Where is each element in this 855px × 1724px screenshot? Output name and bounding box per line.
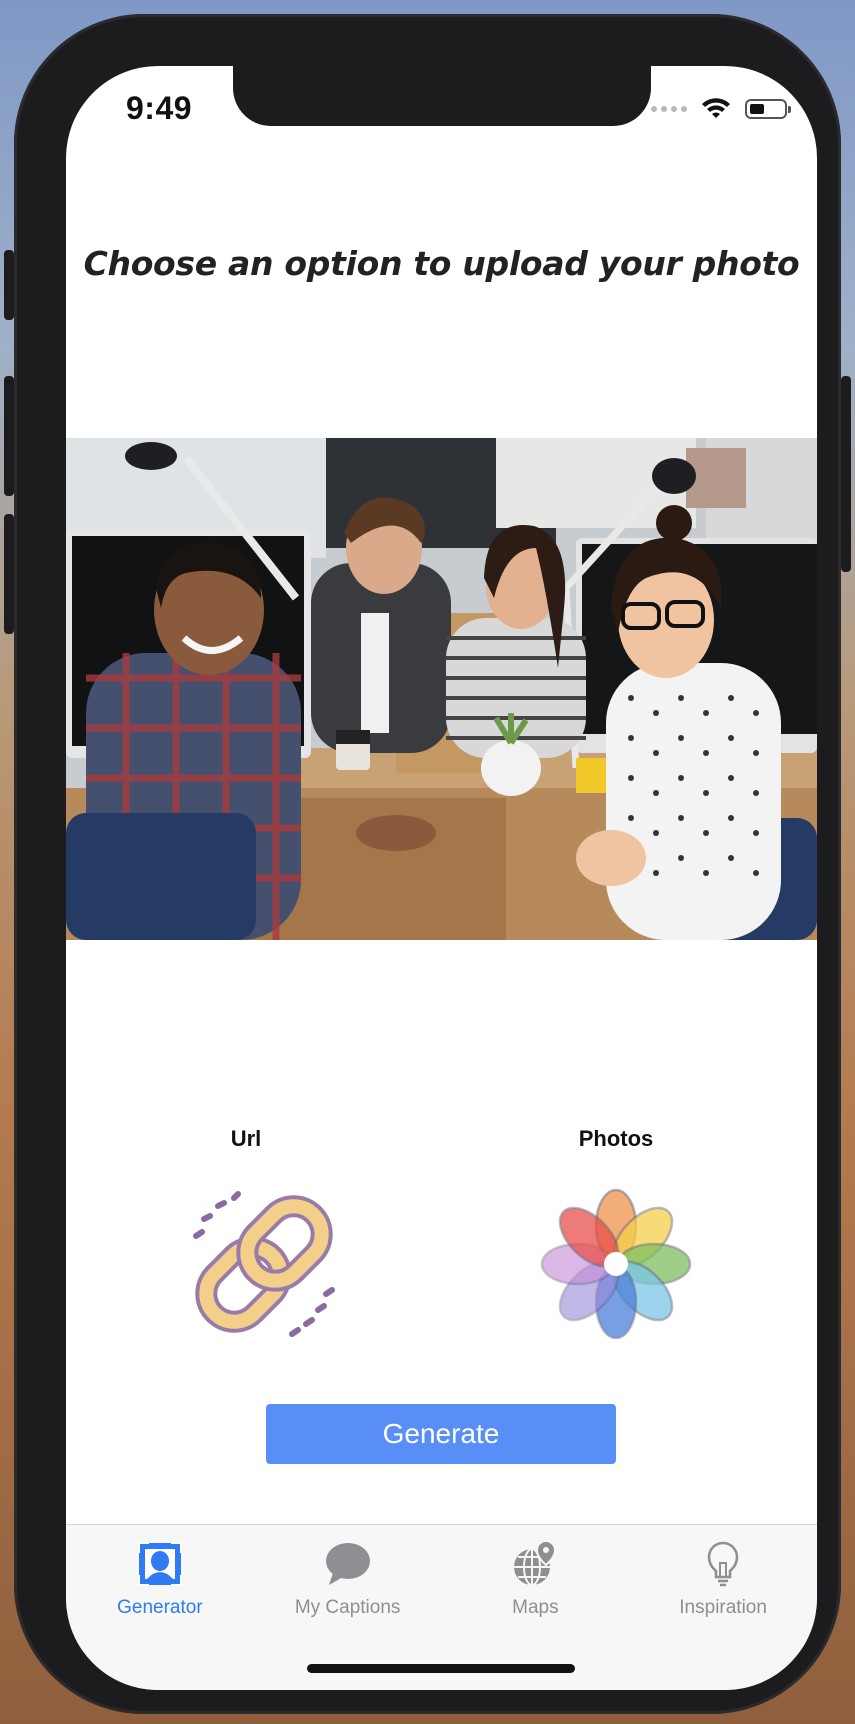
office-team-photo xyxy=(66,438,817,940)
tab-maps-label: Maps xyxy=(512,1597,559,1618)
cellular-signal-icon xyxy=(651,106,687,112)
tab-generator[interactable]: Generator xyxy=(66,1525,254,1690)
status-time: 9:49 xyxy=(126,90,193,126)
photos-option-label: Photos xyxy=(578,1126,654,1151)
home-indicator[interactable] xyxy=(307,1664,575,1673)
generate-button[interactable]: Generate xyxy=(266,1404,616,1464)
tab-generator-label: Generator xyxy=(117,1597,203,1618)
speech-bubble-icon xyxy=(325,1543,370,1585)
phone-frame: 9:49 Choose an option to upload your pho… xyxy=(14,14,841,1714)
url-option-button[interactable] xyxy=(174,1174,354,1354)
chain-link-icon xyxy=(193,1191,335,1337)
face-scan-icon xyxy=(137,1542,182,1586)
photos-option-button[interactable] xyxy=(526,1174,706,1354)
app-screen: 9:49 Choose an option to upload your pho… xyxy=(66,66,817,1690)
battery-icon xyxy=(745,99,791,119)
status-indicators xyxy=(651,98,791,120)
globe-pin-icon xyxy=(514,1539,557,1586)
power-button xyxy=(841,376,851,572)
page-heading: Choose an option to upload your photo xyxy=(83,244,800,283)
tab-inspiration[interactable]: Inspiration xyxy=(629,1525,817,1690)
volume-up-button xyxy=(4,376,14,496)
wifi-icon xyxy=(702,98,730,118)
tab-my-captions-label: My Captions xyxy=(294,1597,401,1618)
photos-flower-icon xyxy=(540,1188,692,1340)
silent-switch xyxy=(4,250,14,320)
url-option-label: Url xyxy=(230,1126,262,1151)
preview-photo xyxy=(66,438,817,940)
volume-down-button xyxy=(4,514,14,634)
tab-inspiration-label: Inspiration xyxy=(679,1597,767,1618)
lightbulb-icon xyxy=(707,1541,739,1587)
notch xyxy=(233,66,651,126)
